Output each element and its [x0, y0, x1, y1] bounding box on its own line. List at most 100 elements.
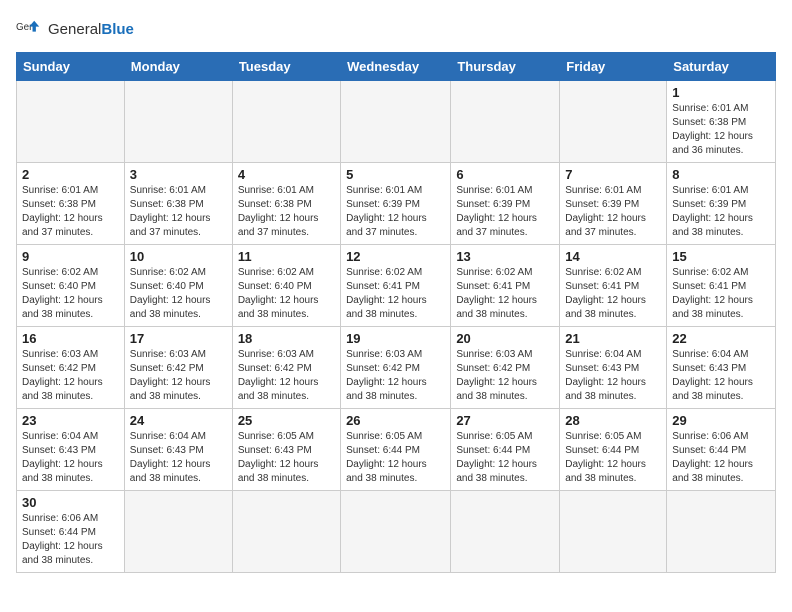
logo-icon: Gen [16, 16, 44, 44]
day-number: 26 [346, 413, 445, 428]
calendar-cell: 25 Sunrise: 6:05 AMSunset: 6:43 PMDayligh… [232, 409, 340, 491]
col-header-wednesday: Wednesday [341, 53, 451, 81]
calendar-cell: 9Sunrise: 6:02 AMSunset: 6:40 PMDaylight… [17, 245, 125, 327]
day-info: Sunrise: 6:02 AMSunset: 6:41 PMDaylight:… [456, 266, 554, 322]
logo: Gen GeneralBlue [16, 16, 134, 44]
calendar-cell: 27Sunrise: 6:05 AMSunset: 6:44 PMDayligh… [451, 409, 560, 491]
day-info: Sunrise: 6:01 AMSunset: 6:38 PMDaylight:… [22, 184, 119, 240]
day-info: Sunrise: 6:02 AMSunset: 6:41 PMDaylight:… [672, 266, 770, 322]
day-number: 20 [456, 331, 554, 346]
day-info: Sunrise: 6:04 AMSunset: 6:43 PMDaylight:… [565, 348, 661, 404]
calendar-cell: 30 Sunrise: 6:06 AMSunset: 6:44 PMDayligh… [17, 491, 125, 573]
calendar-week-row: 9 Sunrise: 6:02 AMSunset: 6:40 PMDaylight… [17, 245, 776, 327]
col-header-thursday: Thursday [451, 53, 560, 81]
col-header-tuesday: Tuesday [232, 53, 340, 81]
day-number: 23 [22, 413, 119, 428]
calendar-cell: 4 Sunrise: 6:01 AMSunset: 6:38 PMDaylight… [232, 163, 340, 245]
calendar-cell: 21 Sunrise: 6:04 AMSunset: 6:43 PMDayligh… [560, 327, 667, 409]
day-info: Sunrise: 6:05 AMSunset: 6:44 PMDaylight:… [346, 430, 445, 486]
calendar-cell: 13 Sunrise: 6:02 AMSunset: 6:41 PMDayligh… [451, 245, 560, 327]
calendar-cell [560, 491, 667, 573]
day-info: Sunrise: 6:01 AMSunset: 6:39 PMDaylight:… [672, 184, 770, 240]
day-info: Sunrise: 6:01 AMSunset: 6:38 PMDaylight:… [130, 184, 227, 240]
calendar-cell: 15 Sunrise: 6:02 AMSunset: 6:41 PMDayligh… [667, 245, 776, 327]
calendar-cell: 20 Sunrise: 6:03 AMSunset: 6:42 PMDayligh… [451, 327, 560, 409]
day-number: 4 [238, 167, 335, 182]
day-number: 24 [130, 413, 227, 428]
calendar-cell: 16 Sunrise: 6:03 AMSunset: 6:42 PMDayligh… [17, 327, 125, 409]
calendar-cell [667, 491, 776, 573]
day-info: Sunrise: 6:05 AMSunset: 6:43 PMDaylight:… [238, 430, 335, 486]
col-header-monday: Monday [124, 53, 232, 81]
logo-text: GeneralBlue [48, 22, 134, 39]
calendar-cell: 28 Sunrise: 6:05 AMSunset: 6:44 PMDayligh… [560, 409, 667, 491]
day-info: Sunrise: 6:02 AMSunset: 6:41 PMDaylight:… [346, 266, 445, 322]
calendar-cell: 26 Sunrise: 6:05 AMSunset: 6:44 PMDayligh… [341, 409, 451, 491]
day-number: 28 [565, 413, 661, 428]
calendar-cell: 17 Sunrise: 6:03 AMSunset: 6:42 PMDayligh… [124, 327, 232, 409]
calendar-week-row: 23Sunrise: 6:04 AMSunset: 6:43 PMDayligh… [17, 409, 776, 491]
day-number: 7 [565, 167, 661, 182]
day-number: 12 [346, 249, 445, 264]
day-number: 30 [22, 495, 119, 510]
day-number: 18 [238, 331, 335, 346]
day-number: 15 [672, 249, 770, 264]
day-number: 3 [130, 167, 227, 182]
day-info: Sunrise: 6:02 AMSunset: 6:40 PMDaylight:… [130, 266, 227, 322]
day-info: Sunrise: 6:03 AMSunset: 6:42 PMDaylight:… [346, 348, 445, 404]
calendar-cell: 11Sunrise: 6:02 AMSunset: 6:40 PMDayligh… [232, 245, 340, 327]
day-info: Sunrise: 6:01 AMSunset: 6:38 PMDaylight:… [672, 102, 770, 158]
calendar-cell [451, 491, 560, 573]
calendar-cell: 29 Sunrise: 6:06 AMSunset: 6:44 PMDayligh… [667, 409, 776, 491]
calendar-week-row: 16 Sunrise: 6:03 AMSunset: 6:42 PMDayligh… [17, 327, 776, 409]
calendar-cell [341, 491, 451, 573]
day-number: 27 [456, 413, 554, 428]
day-number: 25 [238, 413, 335, 428]
day-number: 21 [565, 331, 661, 346]
calendar-week-row: 1Sunrise: 6:01 AMSunset: 6:38 PMDaylight… [17, 81, 776, 163]
day-info: Sunrise: 6:03 AMSunset: 6:42 PMDaylight:… [130, 348, 227, 404]
calendar-week-row: 30 Sunrise: 6:06 AMSunset: 6:44 PMDayligh… [17, 491, 776, 573]
calendar-cell: 2Sunrise: 6:01 AMSunset: 6:38 PMDaylight… [17, 163, 125, 245]
day-number: 16 [22, 331, 119, 346]
calendar-cell: 8 Sunrise: 6:01 AMSunset: 6:39 PMDaylight… [667, 163, 776, 245]
calendar-cell [232, 81, 340, 163]
calendar-cell [560, 81, 667, 163]
day-info: Sunrise: 6:03 AMSunset: 6:42 PMDaylight:… [238, 348, 335, 404]
day-info: Sunrise: 6:06 AMSunset: 6:44 PMDaylight:… [22, 512, 119, 568]
day-info: Sunrise: 6:03 AMSunset: 6:42 PMDaylight:… [22, 348, 119, 404]
calendar-cell: 12 Sunrise: 6:02 AMSunset: 6:41 PMDayligh… [341, 245, 451, 327]
calendar-table: SundayMondayTuesdayWednesdayThursdayFrid… [16, 52, 776, 573]
day-info: Sunrise: 6:03 AMSunset: 6:42 PMDaylight:… [456, 348, 554, 404]
calendar-cell [451, 81, 560, 163]
day-info: Sunrise: 6:01 AMSunset: 6:39 PMDaylight:… [346, 184, 445, 240]
calendar-cell [124, 81, 232, 163]
day-info: Sunrise: 6:05 AMSunset: 6:44 PMDaylight:… [565, 430, 661, 486]
day-number: 17 [130, 331, 227, 346]
day-info: Sunrise: 6:01 AMSunset: 6:38 PMDaylight:… [238, 184, 335, 240]
calendar-week-row: 2Sunrise: 6:01 AMSunset: 6:38 PMDaylight… [17, 163, 776, 245]
calendar-cell: 22Sunrise: 6:04 AMSunset: 6:43 PMDayligh… [667, 327, 776, 409]
calendar-cell [232, 491, 340, 573]
col-header-saturday: Saturday [667, 53, 776, 81]
calendar-cell: 1Sunrise: 6:01 AMSunset: 6:38 PMDaylight… [667, 81, 776, 163]
calendar-cell [341, 81, 451, 163]
calendar-cell [17, 81, 125, 163]
day-info: Sunrise: 6:01 AMSunset: 6:39 PMDaylight:… [565, 184, 661, 240]
col-header-sunday: Sunday [17, 53, 125, 81]
calendar-header-row: SundayMondayTuesdayWednesdayThursdayFrid… [17, 53, 776, 81]
day-info: Sunrise: 6:06 AMSunset: 6:44 PMDaylight:… [672, 430, 770, 486]
day-number: 8 [672, 167, 770, 182]
calendar-cell: 7 Sunrise: 6:01 AMSunset: 6:39 PMDaylight… [560, 163, 667, 245]
calendar-cell: 10Sunrise: 6:02 AMSunset: 6:40 PMDayligh… [124, 245, 232, 327]
calendar-cell: 18 Sunrise: 6:03 AMSunset: 6:42 PMDayligh… [232, 327, 340, 409]
calendar-cell: 24Sunrise: 6:04 AMSunset: 6:43 PMDayligh… [124, 409, 232, 491]
day-info: Sunrise: 6:02 AMSunset: 6:41 PMDaylight:… [565, 266, 661, 322]
day-number: 29 [672, 413, 770, 428]
day-number: 11 [238, 249, 335, 264]
day-number: 9 [22, 249, 119, 264]
calendar-cell: 23Sunrise: 6:04 AMSunset: 6:43 PMDayligh… [17, 409, 125, 491]
day-number: 13 [456, 249, 554, 264]
calendar-cell [124, 491, 232, 573]
calendar-cell: 14Sunrise: 6:02 AMSunset: 6:41 PMDayligh… [560, 245, 667, 327]
